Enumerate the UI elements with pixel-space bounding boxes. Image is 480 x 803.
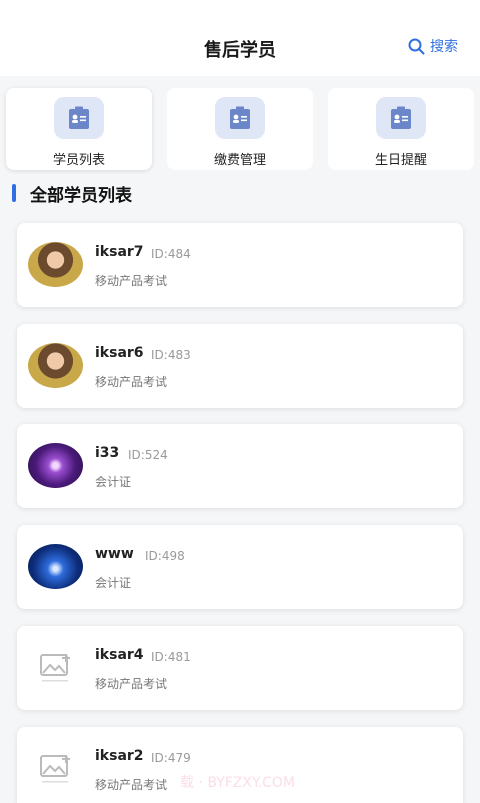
student-card[interactable]: iksar7 ID:484 移动产品考试 xyxy=(17,223,463,307)
student-card[interactable]: www ID:498 会计证 xyxy=(17,525,463,609)
student-course: 会计证 xyxy=(95,475,132,489)
student-id: ID:483 xyxy=(151,348,191,362)
avatar xyxy=(28,544,83,589)
student-course: 会计证 xyxy=(95,576,132,590)
image-placeholder-icon xyxy=(39,653,70,681)
student-name: iksar6 xyxy=(95,345,144,361)
watermark: 载 · BYFZXY.COM xyxy=(180,775,296,791)
student-card[interactable]: i33 ID:524 会计证 xyxy=(17,424,463,508)
avatar-placeholder xyxy=(28,645,83,690)
tab-payment-management[interactable]: 缴费管理 xyxy=(167,88,313,170)
section-heading: 全部学员列表 xyxy=(12,182,132,206)
student-id: ID:479 xyxy=(151,751,191,765)
student-card[interactable]: iksar6 ID:483 移动产品考试 xyxy=(17,324,463,408)
student-name: iksar4 xyxy=(95,647,144,663)
student-name: iksar2 xyxy=(95,748,144,764)
section-title: 全部学员列表 xyxy=(30,185,132,206)
student-course: 移动产品考试 xyxy=(95,274,168,288)
tab-birthday-reminder[interactable]: 生日提醒 xyxy=(328,88,474,170)
student-name: iksar7 xyxy=(95,244,144,260)
student-course: 移动产品考试 xyxy=(95,677,168,691)
avatar xyxy=(28,242,83,287)
search-button[interactable]: 搜索 xyxy=(408,36,458,56)
student-card[interactable]: iksar4 ID:481 移动产品考试 xyxy=(17,626,463,710)
student-course: 移动产品考试 xyxy=(95,778,168,792)
student-id: ID:484 xyxy=(151,247,191,261)
search-label: 搜索 xyxy=(430,39,458,55)
student-id: ID:524 xyxy=(128,448,168,462)
student-name: www xyxy=(95,546,134,562)
tab-label: 学员列表 xyxy=(52,153,105,168)
app-header: 售后学员 搜索 xyxy=(0,0,480,76)
tab-label: 生日提醒 xyxy=(374,153,427,168)
avatar xyxy=(28,443,83,488)
student-card-icon xyxy=(54,97,104,139)
student-card-icon xyxy=(376,97,426,139)
student-course: 移动产品考试 xyxy=(95,375,168,389)
student-card-icon xyxy=(215,97,265,139)
tab-bar: 学员列表 缴费管理 生日提醒 xyxy=(6,88,474,170)
tab-label: 缴费管理 xyxy=(213,153,266,168)
avatar-placeholder xyxy=(28,746,83,791)
avatar xyxy=(28,343,83,388)
student-name: i33 xyxy=(95,445,120,461)
tab-student-list[interactable]: 学员列表 xyxy=(6,88,152,170)
image-placeholder-icon xyxy=(39,754,70,782)
student-id: ID:481 xyxy=(151,650,191,664)
section-accent-bar xyxy=(12,184,16,202)
student-id: ID:498 xyxy=(145,549,185,563)
search-icon xyxy=(408,38,425,54)
